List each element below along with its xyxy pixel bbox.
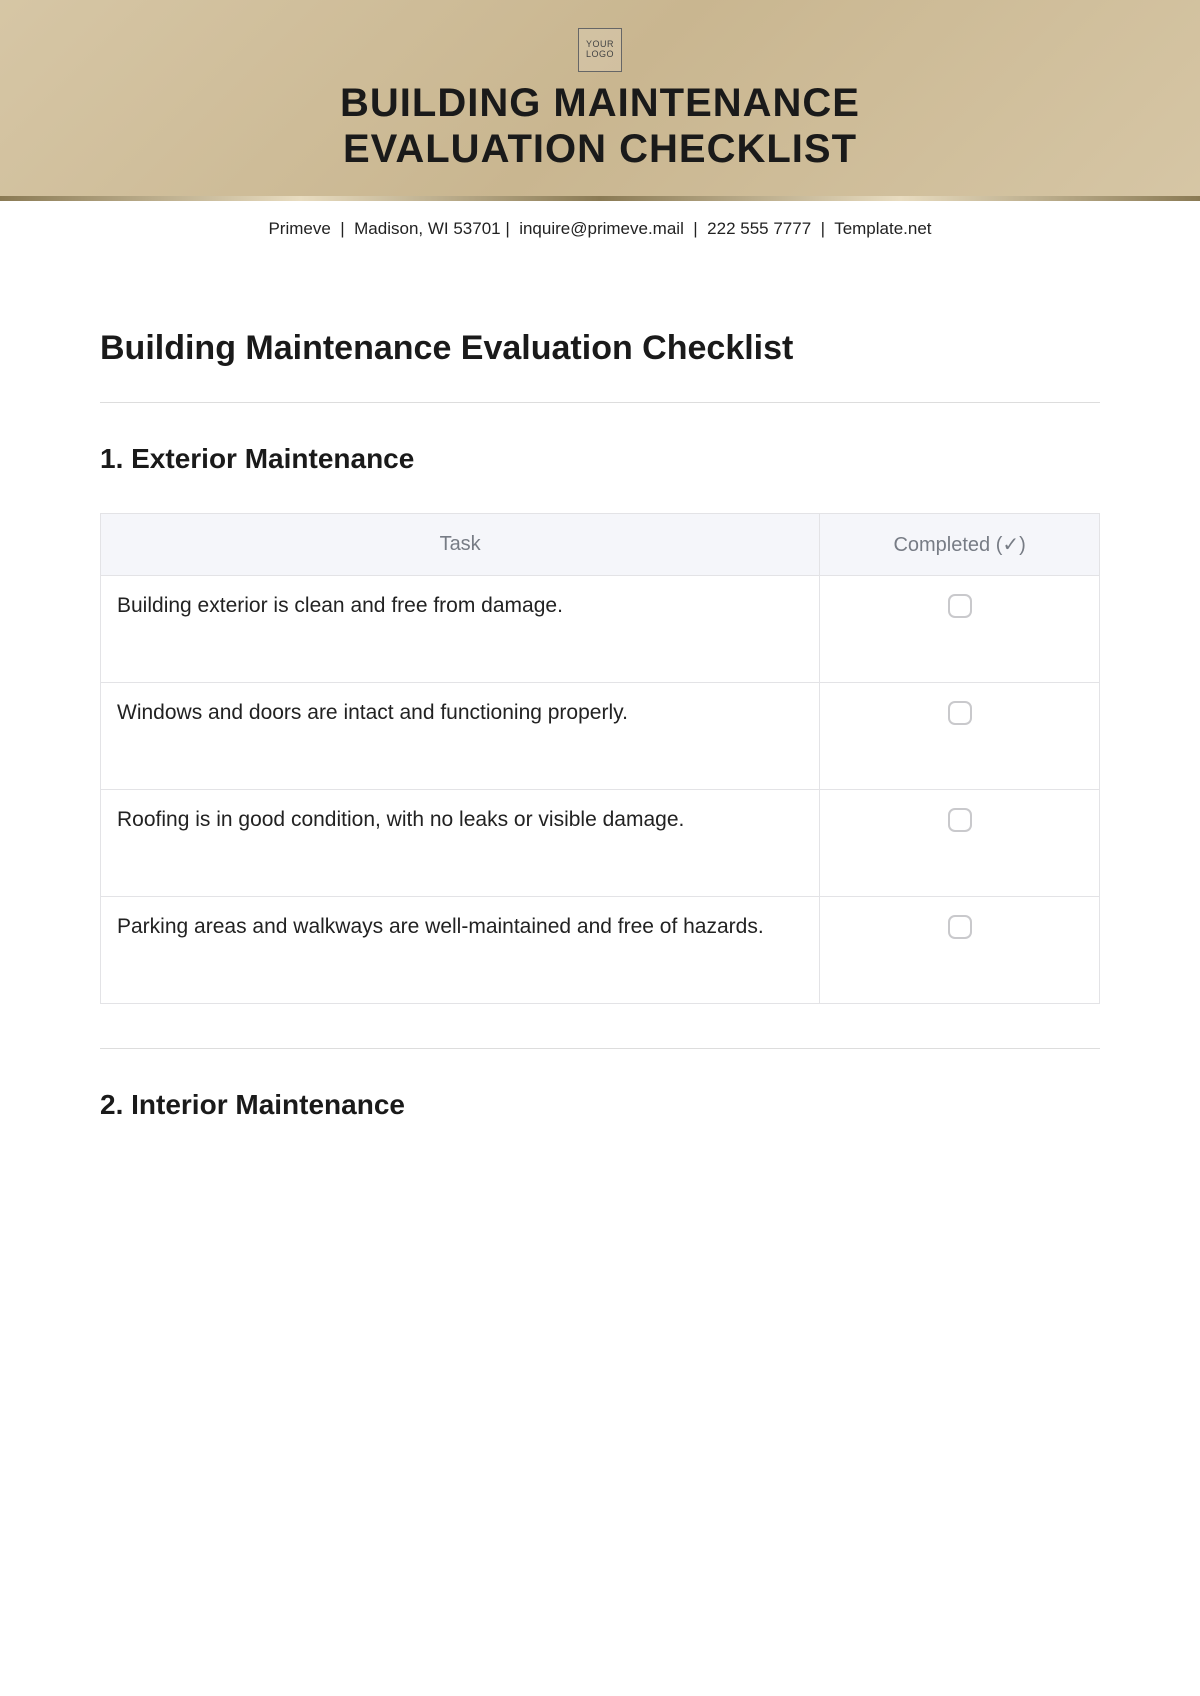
table-row: Roofing is in good condition, with no le… — [101, 790, 1100, 897]
banner-title-line2: EVALUATION CHECKLIST — [343, 127, 857, 171]
table-row: Parking areas and walkways are well-main… — [101, 897, 1100, 1004]
col-task: Task — [101, 514, 820, 576]
meta-phone: 222 555 7777 — [707, 219, 811, 238]
banner-title: BUILDING MAINTENANCE EVALUATION CHECKLIS… — [0, 80, 1200, 172]
banner-title-line1: BUILDING MAINTENANCE — [340, 81, 860, 125]
checklist-table-exterior: Task Completed (✓) Building exterior is … — [100, 513, 1100, 1004]
col-completed: Completed (✓) — [820, 514, 1100, 576]
checkbox-icon[interactable] — [948, 594, 972, 618]
checkbox-icon[interactable] — [948, 808, 972, 832]
divider — [100, 1048, 1100, 1049]
completed-cell — [820, 683, 1100, 790]
task-cell: Parking areas and walkways are well-main… — [101, 897, 820, 1004]
task-cell: Building exterior is clean and free from… — [101, 576, 820, 683]
document-body: Building Maintenance Evaluation Checklis… — [0, 239, 1200, 1121]
meta-info-line: Primeve | Madison, WI 53701 | inquire@pr… — [0, 201, 1200, 239]
document-title: Building Maintenance Evaluation Checklis… — [100, 329, 1100, 368]
checkbox-icon[interactable] — [948, 915, 972, 939]
table-row: Building exterior is clean and free from… — [101, 576, 1100, 683]
task-cell: Windows and doors are intact and functio… — [101, 683, 820, 790]
section-heading-2: 2. Interior Maintenance — [100, 1089, 1100, 1121]
header-banner: YOUR LOGO BUILDING MAINTENANCE EVALUATIO… — [0, 0, 1200, 196]
completed-cell — [820, 576, 1100, 683]
table-header-row: Task Completed (✓) — [101, 514, 1100, 576]
checkbox-icon[interactable] — [948, 701, 972, 725]
meta-source: Template.net — [834, 219, 931, 238]
completed-cell — [820, 790, 1100, 897]
logo-text: YOUR LOGO — [586, 40, 614, 60]
section-heading-1: 1. Exterior Maintenance — [100, 443, 1100, 475]
meta-address: Madison, WI 53701 — [354, 219, 500, 238]
task-cell: Roofing is in good condition, with no le… — [101, 790, 820, 897]
table-row: Windows and doors are intact and functio… — [101, 683, 1100, 790]
logo-placeholder: YOUR LOGO — [578, 28, 622, 72]
meta-email: inquire@primeve.mail — [519, 219, 684, 238]
meta-company: Primeve — [268, 219, 330, 238]
completed-cell — [820, 897, 1100, 1004]
divider — [100, 402, 1100, 403]
